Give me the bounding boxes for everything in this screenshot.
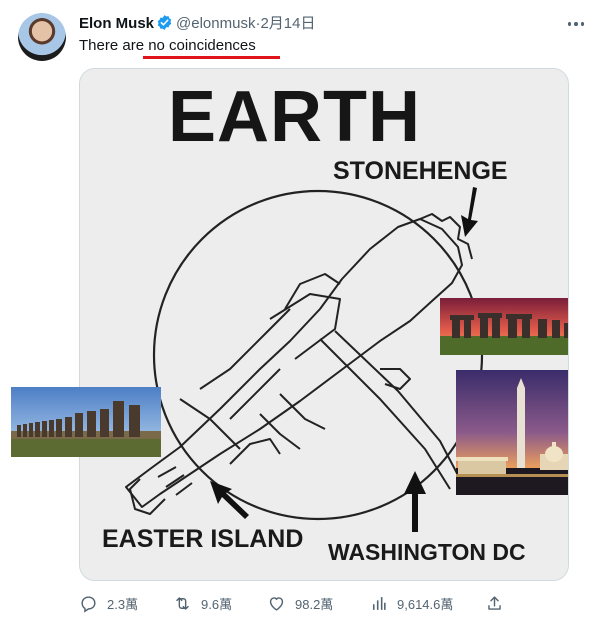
more-icon[interactable] xyxy=(566,14,586,34)
easter-island-label: EASTER ISLAND xyxy=(102,525,303,553)
share-icon xyxy=(485,594,504,613)
tweet-image[interactable]: EARTH STONEHENGE EASTER ISLAND WASHINGTO… xyxy=(79,68,569,581)
washington-photo xyxy=(456,370,568,495)
views-count: 9,614.6萬 xyxy=(397,596,454,612)
reply-button[interactable]: 2.3萬 xyxy=(79,592,138,614)
share-button[interactable] xyxy=(485,592,504,614)
author-name[interactable]: Elon Musk xyxy=(79,15,154,32)
author-handle[interactable]: @elonmusk xyxy=(176,15,255,32)
tweet-text: There are no coincidences xyxy=(79,36,256,56)
repost-count: 9.6萬 xyxy=(201,596,233,612)
red-underline xyxy=(143,56,280,59)
tweet-header: Elon Musk @elonmusk·2月14日 xyxy=(79,14,315,37)
stonehenge-label: STONEHENGE xyxy=(333,157,508,185)
tweet-date[interactable]: 2月14日 xyxy=(260,15,315,32)
easter-island-photo xyxy=(11,387,161,457)
stonehenge-photo xyxy=(440,298,568,355)
tweet-text-prefix: There are xyxy=(79,37,149,54)
reply-count: 2.3萬 xyxy=(107,596,139,612)
reply-icon xyxy=(79,594,98,613)
tweet-text-highlight: no coincidences xyxy=(148,37,256,54)
repost-button[interactable]: 9.6萬 xyxy=(173,592,232,614)
repost-icon xyxy=(173,594,192,613)
washington-label: WASHINGTON DC xyxy=(328,539,526,565)
diagram-title: EARTH xyxy=(168,77,421,157)
views-icon xyxy=(369,594,388,613)
verified-badge-icon[interactable] xyxy=(156,14,173,37)
avatar[interactable] xyxy=(18,13,66,61)
tweet-actions: 2.3萬 9.6萬 98.2萬 9,614.6萬 xyxy=(79,592,567,614)
like-button[interactable]: 98.2萬 xyxy=(267,592,333,614)
tweet[interactable]: Elon Musk @elonmusk·2月14日 There are no co… xyxy=(0,0,607,624)
like-count: 98.2萬 xyxy=(295,596,334,612)
like-icon xyxy=(267,594,286,613)
views-button[interactable]: 9,614.6萬 xyxy=(369,592,453,614)
